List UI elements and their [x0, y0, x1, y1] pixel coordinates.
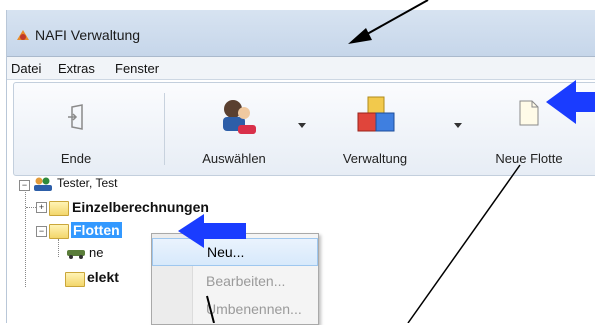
collapse-toggle[interactable]: −	[19, 180, 30, 191]
admin-button[interactable]: Verwaltung	[320, 87, 430, 171]
exit-door-icon	[68, 104, 83, 130]
tree-root[interactable]: Tester, Test	[57, 176, 117, 190]
toolbar: Ende Auswählen Verwaltung Neue Flotte	[13, 82, 595, 176]
new-fleet-label: Neue Flotte	[495, 151, 563, 166]
end-label: Ende	[60, 151, 92, 166]
new-document-icon	[519, 100, 539, 126]
folder-open-icon	[49, 224, 69, 239]
collapse-toggle[interactable]: −	[36, 226, 47, 237]
new-fleet-button[interactable]: Neue Flotte	[474, 87, 584, 171]
context-new-label: Neu...	[207, 244, 245, 260]
context-rename-label: Umbenennen...	[206, 301, 302, 317]
toolbar-separator	[164, 93, 165, 165]
admin-label: Verwaltung	[342, 151, 408, 166]
window-title: NAFI Verwaltung	[35, 27, 141, 43]
menu-bar: Datei Extras Fenster	[7, 57, 595, 80]
blocks-icon	[357, 96, 395, 132]
menu-extras[interactable]: Extras	[58, 61, 95, 76]
menu-fenster[interactable]: Fenster	[115, 61, 159, 76]
users-icon	[34, 177, 52, 191]
folder-icon	[65, 272, 85, 287]
select-dropdown-arrow[interactable]	[298, 123, 306, 128]
menu-datei[interactable]: Datei	[11, 61, 41, 76]
tree-line	[58, 239, 59, 257]
tree-item-child[interactable]: ne	[89, 245, 103, 260]
admin-dropdown-arrow[interactable]	[454, 123, 462, 128]
select-button[interactable]: Auswählen	[182, 87, 286, 171]
tree-line	[25, 187, 26, 287]
app-icon	[17, 30, 29, 40]
context-menu: Neu... Bearbeiten... Umbenennen...	[151, 233, 319, 325]
title-bar: NAFI Verwaltung	[7, 10, 595, 57]
expand-toggle[interactable]: +	[36, 202, 47, 213]
context-rename[interactable]: Umbenennen...	[152, 296, 316, 322]
context-edit[interactable]: Bearbeiten...	[152, 268, 316, 294]
select-label: Auswählen	[202, 151, 266, 166]
folder-icon	[49, 201, 69, 216]
users-car-icon	[223, 100, 256, 134]
context-edit-label: Bearbeiten...	[206, 273, 286, 289]
car-icon	[67, 250, 85, 259]
context-new[interactable]: Neu...	[152, 238, 318, 266]
tree-item-elect[interactable]: elekt	[87, 269, 119, 285]
tree-item-single-calc[interactable]: Einzelberechnungen	[72, 199, 209, 215]
end-button[interactable]: Ende	[20, 87, 132, 171]
tree-item-fleets[interactable]: Flotten	[71, 222, 122, 238]
